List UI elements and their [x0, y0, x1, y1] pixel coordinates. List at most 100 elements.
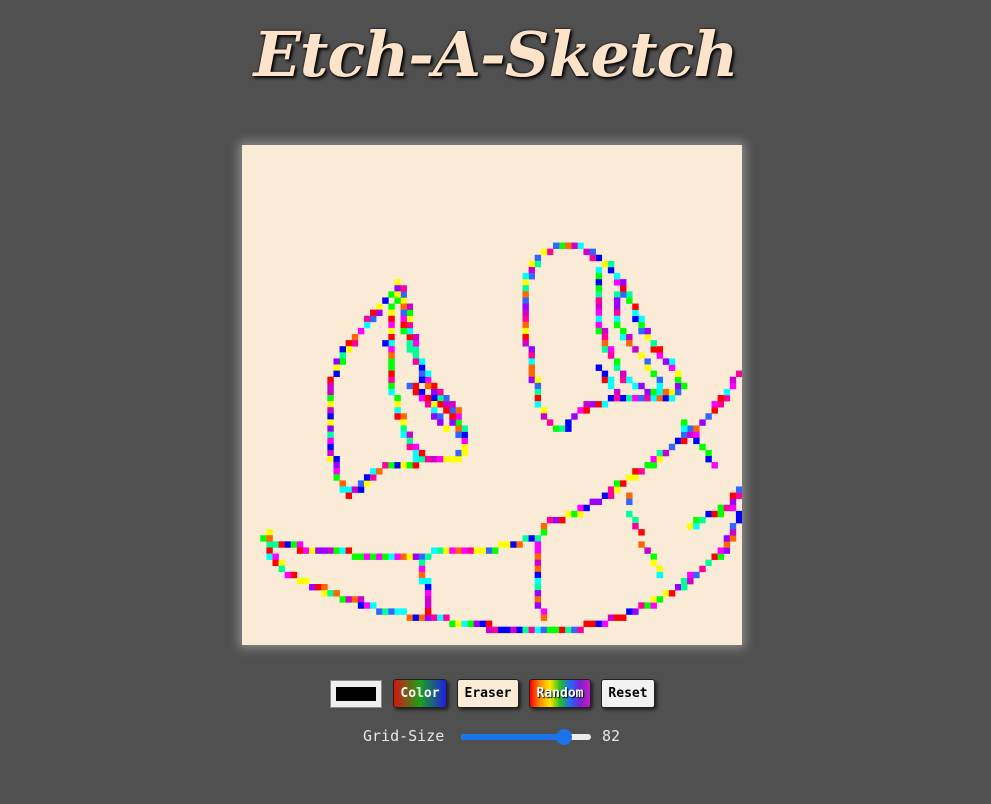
sketch-pixel: [266, 553, 273, 560]
sketch-pixel: [522, 327, 529, 335]
sketch-pixel: [266, 541, 273, 548]
sketch-pixel: [595, 291, 603, 298]
sketch-pixel: [522, 334, 529, 341]
sketch-pixel: [412, 553, 420, 560]
random-button[interactable]: Random: [529, 679, 591, 708]
sketch-pixel: [577, 510, 584, 518]
sketch-pixel: [504, 626, 511, 634]
eraser-button[interactable]: Eraser: [457, 679, 519, 708]
sketch-pixel: [552, 516, 560, 524]
sketch-pixel: [370, 474, 377, 481]
sketch-pixel: [559, 516, 566, 524]
sketch-pixel: [321, 590, 328, 597]
sketch-pixel: [528, 626, 535, 634]
sketch-pixel: [534, 388, 542, 396]
sketch-pixel: [394, 413, 401, 420]
sketch-pixel: [449, 407, 456, 414]
sketch-pixel: [534, 626, 542, 634]
sketch-pixel: [406, 334, 414, 341]
sketch-pixel: [376, 303, 383, 310]
color-button[interactable]: Color: [393, 679, 447, 708]
sketch-pixel: [449, 413, 456, 420]
grid-size-slider[interactable]: [461, 729, 591, 745]
sketch-pixel: [540, 248, 548, 256]
sketch-pixel: [431, 382, 438, 390]
sketch-pixel: [626, 334, 633, 341]
sketch-pixel: [632, 474, 639, 481]
sketch-pixel: [522, 273, 529, 280]
sketch-canvas[interactable]: [242, 145, 742, 645]
slider-thumb[interactable]: [555, 729, 572, 745]
sketch-pixel: [424, 376, 432, 384]
sketch-pixel: [351, 553, 359, 560]
sketch-pixel: [528, 273, 535, 280]
sketch-pixel: [546, 516, 554, 524]
sketch-pixel: [534, 376, 542, 384]
sketch-pixel: [315, 584, 322, 591]
sketch-pixel: [388, 321, 395, 329]
reset-button[interactable]: Reset: [601, 679, 655, 708]
sketch-pixel: [626, 291, 633, 298]
sketch-pixel: [613, 395, 621, 402]
color-picker[interactable]: [330, 680, 382, 708]
sketch-pixel: [717, 401, 725, 408]
sketch-pixel: [650, 395, 657, 402]
sketch-pixel: [357, 596, 365, 603]
sketch-pixel: [656, 565, 664, 573]
sketch-pixel: [327, 547, 334, 554]
sketch-pixel: [388, 303, 395, 310]
sketch-pixel: [406, 462, 414, 469]
sketch-pixel: [668, 395, 676, 402]
sketch-pixel: [565, 510, 572, 518]
sketch-pixel: [729, 382, 737, 390]
sketch-pixel: [461, 431, 468, 438]
sketch-pixel: [345, 547, 353, 554]
sketch-pixel: [406, 303, 414, 310]
sketch-pixel: [668, 358, 676, 365]
sketch-pixel: [400, 291, 407, 298]
sketch-pixel: [607, 395, 615, 402]
sketch-pixel: [613, 358, 621, 365]
sketch-pixel: [370, 309, 377, 317]
sketch-pixel: [607, 266, 615, 274]
sketch-pixel: [693, 523, 700, 530]
sketch-pixel: [272, 541, 279, 548]
page-title: Etch-A-Sketch: [253, 18, 739, 91]
sketch-pixel: [613, 486, 621, 493]
sketch-pixel: [534, 382, 542, 390]
sketch-pixel: [492, 547, 499, 554]
sketch-pixel: [583, 401, 590, 408]
sketch-pixel: [650, 455, 657, 463]
sketch-pixel: [522, 315, 529, 323]
sketch-pixel: [516, 626, 523, 634]
sketch-pixel: [272, 553, 279, 560]
sketch-pixel: [681, 425, 688, 432]
sketch-pixel: [321, 547, 328, 554]
sketch-pixel: [540, 523, 548, 530]
sketch-pixel: [607, 376, 615, 384]
sketch-pixel: [400, 297, 407, 304]
sketch-pixel: [376, 553, 383, 560]
sketch-pixel: [632, 395, 639, 402]
sketch-pixel: [644, 358, 651, 365]
sketch-pixel: [705, 559, 712, 567]
sketch-pixel: [327, 449, 334, 457]
sketch-pixel: [345, 596, 353, 603]
sketch-pixel: [412, 455, 420, 463]
sketch-pixel: [607, 492, 615, 499]
sketch-board[interactable]: [242, 145, 742, 645]
sketch-pixel: [638, 395, 645, 402]
sketch-pixel: [595, 321, 603, 329]
sketch-pixel: [613, 273, 621, 280]
sketch-pixel: [327, 455, 334, 463]
sketch-pixel: [339, 596, 346, 603]
sketch-pixel: [388, 462, 395, 469]
sketch-pixel: [595, 309, 603, 317]
sketch-pixel: [674, 376, 682, 384]
sketch-pixel: [461, 443, 468, 451]
sketch-pixel: [321, 584, 328, 591]
sketch-pixel: [601, 340, 609, 347]
sketch-pixel: [424, 584, 432, 591]
slider-fill: [461, 734, 564, 740]
sketch-pixel: [278, 559, 285, 567]
